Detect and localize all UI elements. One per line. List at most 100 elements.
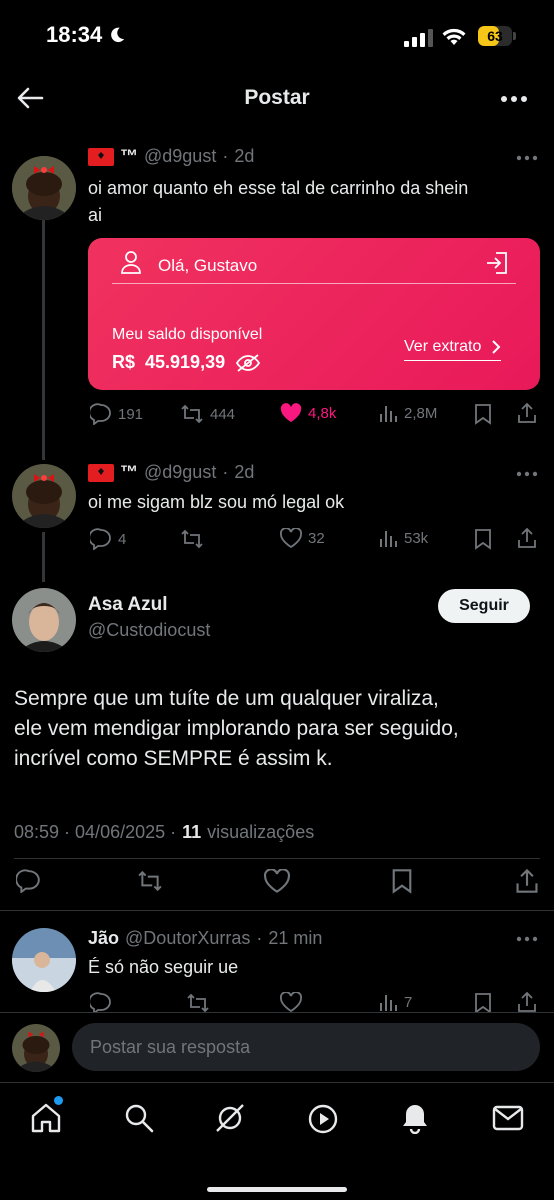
like-count: 32 xyxy=(308,529,325,547)
post-text-line: Sempre que um tuíte de um qualquer viral… xyxy=(14,687,439,710)
bottom-nav xyxy=(0,1082,554,1200)
author-name[interactable]: Asa Azul xyxy=(88,594,168,616)
views-count: 7 xyxy=(404,993,413,1011)
display-name[interactable]: ™ xyxy=(120,146,138,167)
user-handle[interactable]: @d9gust xyxy=(144,462,216,483)
reply-icon[interactable] xyxy=(90,992,112,1012)
views-action[interactable]: 2,8M xyxy=(378,403,437,423)
bookmark-icon[interactable] xyxy=(474,403,492,425)
share-icon[interactable] xyxy=(516,402,538,424)
statement-link-label: Ver extrato xyxy=(404,338,482,355)
views-count: 2,8M xyxy=(404,404,438,422)
currency-label: R$ xyxy=(112,352,136,372)
views-label: visualizações xyxy=(207,822,315,842)
mail-icon[interactable] xyxy=(492,1105,524,1131)
notification-dot xyxy=(54,1096,63,1105)
display-name[interactable]: Jão xyxy=(88,928,119,949)
tweet-text: oi amor quanto eh esse tal de carrinho d… xyxy=(88,175,468,229)
tweet-text: oi me sigam blz sou mó legal ok xyxy=(88,492,345,512)
home-indicator xyxy=(207,1187,347,1192)
avatar[interactable] xyxy=(12,464,76,528)
user-icon xyxy=(121,251,141,274)
reply-icon[interactable] xyxy=(16,869,42,893)
reply-action[interactable]: 191 xyxy=(90,403,143,425)
more-options-icon[interactable] xyxy=(500,95,528,103)
bookmark-icon[interactable] xyxy=(474,992,492,1012)
repost-icon xyxy=(181,404,203,424)
card-greeting: Olá, Gustavo xyxy=(158,256,258,275)
post-timestamp: 08:59 · 04/06/2025 · xyxy=(14,822,177,842)
statement-link: Ver extrato xyxy=(404,338,502,361)
views-action[interactable]: 7 xyxy=(378,992,412,1012)
heart-icon[interactable] xyxy=(280,992,302,1012)
clock-text: 18:34 xyxy=(46,22,103,47)
reply-input[interactable]: Postar sua resposta xyxy=(72,1023,540,1071)
avatar[interactable] xyxy=(12,156,76,220)
reply-actions: 7 xyxy=(0,990,554,1012)
composer-avatar[interactable] xyxy=(12,1024,60,1072)
eye-off-icon xyxy=(236,353,261,372)
like-action[interactable]: 4,8k xyxy=(280,403,336,423)
reply-text: É só não seguir ue xyxy=(88,957,239,977)
avatar[interactable] xyxy=(12,588,76,652)
heart-icon xyxy=(280,528,302,548)
more-options-icon[interactable] xyxy=(516,471,538,477)
repost-action[interactable] xyxy=(180,528,204,550)
tweet-header: ™ @d9gust · 2d xyxy=(88,146,254,167)
repost-action[interactable]: 444 xyxy=(180,403,235,425)
bell-icon[interactable] xyxy=(400,1102,430,1134)
balance-card-image[interactable]: Olá, Gustavo Meu saldo disponível R$ 45.… xyxy=(88,238,540,390)
reply-action[interactable]: 4 xyxy=(90,528,126,550)
post-time: 2d xyxy=(234,146,255,166)
reply-icon xyxy=(90,403,111,425)
reply-count: 191 xyxy=(118,405,144,423)
share-icon[interactable] xyxy=(516,527,538,549)
moon-icon xyxy=(111,27,125,43)
divider xyxy=(0,1012,554,1013)
share-icon[interactable] xyxy=(516,991,538,1012)
author-handle[interactable]: @Custodiocust xyxy=(88,620,210,641)
views-icon xyxy=(380,995,397,1011)
tweet-header: ™ @d9gust · 2d xyxy=(88,462,254,483)
thread-connector xyxy=(42,532,45,582)
display-name[interactable]: ™ xyxy=(120,462,138,483)
chevron-right-icon xyxy=(492,340,501,354)
views-icon xyxy=(380,406,397,422)
bookmark-icon[interactable] xyxy=(474,528,492,550)
more-options-icon[interactable] xyxy=(516,155,538,161)
like-action[interactable]: 32 xyxy=(280,528,325,548)
tweet-text-line: ai xyxy=(88,205,103,225)
more-options-icon[interactable] xyxy=(516,936,538,942)
status-time: 18:34 xyxy=(46,22,126,48)
post-meta: 08:59 · 04/06/2025 · 11 visualizações xyxy=(14,822,314,843)
reply-icon xyxy=(90,528,111,550)
views-count: 53k xyxy=(404,529,429,547)
divider xyxy=(14,858,540,859)
search-icon[interactable] xyxy=(124,1103,154,1133)
views-icon xyxy=(380,531,397,547)
heart-icon[interactable] xyxy=(264,869,290,893)
page-title: Postar xyxy=(244,86,310,109)
repost-icon[interactable] xyxy=(136,869,164,893)
user-handle[interactable]: @DoutorXurras xyxy=(125,928,250,949)
reply-header: Jão @DoutorXurras · 21 min xyxy=(88,928,323,949)
like-count: 4,8k xyxy=(308,404,337,422)
battery-text: 63 xyxy=(487,28,503,44)
wifi-icon xyxy=(442,28,466,45)
battery-indicator: 63 xyxy=(478,26,516,46)
views-action[interactable]: 53k xyxy=(378,528,428,548)
logout-icon xyxy=(487,252,507,274)
divider xyxy=(0,910,554,911)
bookmark-icon[interactable] xyxy=(391,868,413,894)
follow-button[interactable]: Seguir xyxy=(438,589,530,623)
tweet-text-line: oi amor quanto eh esse tal de carrinho d… xyxy=(88,178,469,198)
avatar[interactable] xyxy=(12,928,76,992)
repost-count: 444 xyxy=(210,405,236,423)
share-icon[interactable] xyxy=(514,868,540,894)
user-handle[interactable]: @d9gust xyxy=(144,146,216,167)
signal-icon xyxy=(404,29,433,47)
video-icon[interactable] xyxy=(307,1103,339,1135)
home-icon[interactable] xyxy=(30,1103,62,1133)
repost-icon[interactable] xyxy=(186,992,210,1012)
grok-icon[interactable] xyxy=(213,1101,247,1135)
